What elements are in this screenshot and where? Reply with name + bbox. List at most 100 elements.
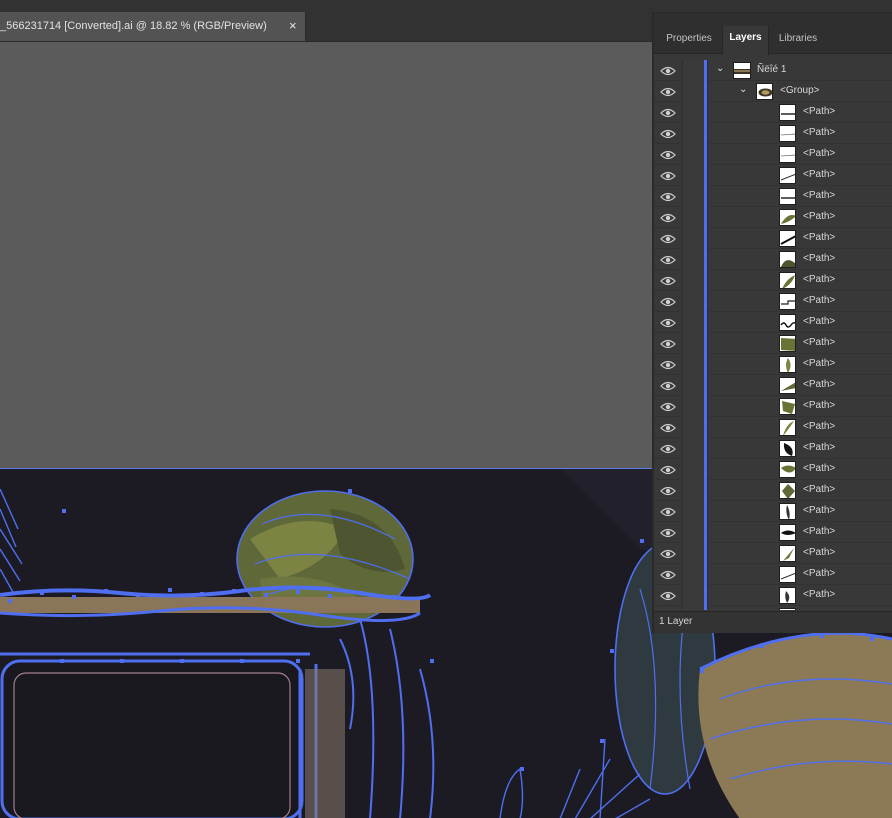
path-row[interactable]: <Path> xyxy=(654,522,892,543)
layer-name[interactable]: <Path> xyxy=(803,400,835,411)
path-row[interactable]: <Path> xyxy=(654,207,892,228)
layer-color-bar xyxy=(704,585,707,606)
layer-name[interactable]: <Path> xyxy=(803,148,835,159)
path-row[interactable]: <Path> xyxy=(654,459,892,480)
layer-list[interactable]: ⌄ Ñëîé 1 ⌄ <Group> <Path> <Path> <Path> <Path> <… xyxy=(654,60,892,610)
path-row[interactable]: <Path> xyxy=(654,123,892,144)
layer-color-bar xyxy=(704,144,707,165)
layer-name[interactable]: <Path> xyxy=(803,316,835,327)
layer-name[interactable]: <Path> xyxy=(803,337,835,348)
layer-name[interactable]: <Path> xyxy=(803,106,835,117)
eye-icon[interactable] xyxy=(660,421,676,433)
eye-icon[interactable] xyxy=(660,358,676,370)
path-row[interactable]: <Path> xyxy=(654,417,892,438)
layer-name[interactable]: <Path> xyxy=(803,484,835,495)
layer-color-bar xyxy=(704,501,707,522)
eye-icon[interactable] xyxy=(660,589,676,601)
eye-icon[interactable] xyxy=(660,526,676,538)
path-row[interactable]: <Path> xyxy=(654,186,892,207)
path-row[interactable]: <Path> xyxy=(654,564,892,585)
path-row[interactable]: <Path> xyxy=(654,144,892,165)
layer-name[interactable]: <Path> xyxy=(803,127,835,138)
layer-name[interactable]: <Path> xyxy=(803,295,835,306)
eye-icon[interactable] xyxy=(660,400,676,412)
tab-properties[interactable]: Properties xyxy=(658,27,720,54)
eye-icon[interactable] xyxy=(660,568,676,580)
eye-icon[interactable] xyxy=(660,253,676,265)
chevron-down-icon[interactable]: ⌄ xyxy=(739,84,747,95)
document-tab[interactable]: _566231714 [Converted].ai @ 18.82 % (RGB… xyxy=(0,12,306,41)
layer-name[interactable]: <Path> xyxy=(803,442,835,453)
eye-icon[interactable] xyxy=(660,127,676,139)
path-row[interactable]: <Path> xyxy=(654,228,892,249)
eye-icon[interactable] xyxy=(660,505,676,517)
eye-icon[interactable] xyxy=(660,106,676,118)
layers-panel: Properties Layers Libraries ⌄ Ñëîé 1 ⌄ <Gro… xyxy=(652,12,892,633)
eye-icon[interactable] xyxy=(660,295,676,307)
eye-icon[interactable] xyxy=(660,442,676,454)
path-row[interactable]: <Path> xyxy=(654,102,892,123)
layer-row[interactable]: ⌄ Ñëîé 1 xyxy=(654,60,892,81)
layer-name[interactable]: <Path> xyxy=(803,232,835,243)
eye-icon[interactable] xyxy=(660,547,676,559)
path-row[interactable]: <Path> xyxy=(654,249,892,270)
layer-name[interactable]: <Path> xyxy=(803,505,835,516)
layer-name[interactable]: <Path> xyxy=(803,526,835,537)
eye-icon[interactable] xyxy=(660,484,676,496)
layer-name[interactable]: <Path> xyxy=(803,211,835,222)
eye-icon[interactable] xyxy=(660,337,676,349)
layer-name[interactable]: <Path> xyxy=(803,589,835,600)
layer-name[interactable]: <Path> xyxy=(803,169,835,180)
layer-color-bar xyxy=(704,564,707,585)
layer-name[interactable]: <Group> xyxy=(780,85,819,96)
path-row[interactable]: <Path> xyxy=(654,165,892,186)
path-row[interactable]: <Path> xyxy=(654,375,892,396)
layer-name[interactable]: <Path> xyxy=(803,358,835,369)
eye-icon[interactable] xyxy=(660,232,676,244)
eye-icon[interactable] xyxy=(660,64,676,76)
frond-plant-left xyxy=(0,488,23,595)
layer-thumbnail xyxy=(779,293,796,310)
path-row[interactable]: <Path> xyxy=(654,312,892,333)
layer-name[interactable]: <Path> xyxy=(803,463,835,474)
path-row[interactable]: <Path> xyxy=(654,270,892,291)
path-row[interactable]: <Path> xyxy=(654,501,892,522)
column-divider xyxy=(707,312,708,333)
layer-name[interactable]: <Path> xyxy=(803,421,835,432)
path-row[interactable]: <Path> xyxy=(654,606,892,610)
path-row[interactable]: <Path> xyxy=(654,333,892,354)
document-tab-title[interactable]: _566231714 [Converted].ai @ 18.82 % (RGB… xyxy=(0,20,267,32)
eye-icon[interactable] xyxy=(660,274,676,286)
layer-thumbnail xyxy=(779,440,796,457)
layer-color-bar xyxy=(704,354,707,375)
group-row[interactable]: ⌄ <Group> xyxy=(654,81,892,102)
path-row[interactable]: <Path> xyxy=(654,396,892,417)
eye-icon[interactable] xyxy=(660,148,676,160)
layer-name[interactable]: <Path> xyxy=(803,274,835,285)
layer-name[interactable]: <Path> xyxy=(803,253,835,264)
layer-name[interactable]: <Path> xyxy=(803,547,835,558)
eye-icon[interactable] xyxy=(660,190,676,202)
layer-name[interactable]: <Path> xyxy=(803,568,835,579)
path-row[interactable]: <Path> xyxy=(654,438,892,459)
path-row[interactable]: <Path> xyxy=(654,354,892,375)
eye-icon[interactable] xyxy=(660,85,676,97)
close-icon[interactable]: × xyxy=(289,18,297,33)
tab-libraries[interactable]: Libraries xyxy=(771,27,825,54)
path-row[interactable]: <Path> xyxy=(654,291,892,312)
eye-icon[interactable] xyxy=(660,463,676,475)
eye-icon[interactable] xyxy=(660,379,676,391)
path-row[interactable]: <Path> xyxy=(654,480,892,501)
layer-name[interactable]: <Path> xyxy=(803,190,835,201)
panel-tab-bar: Properties Layers Libraries xyxy=(654,13,892,55)
eye-icon[interactable] xyxy=(660,211,676,223)
path-row[interactable]: <Path> xyxy=(654,543,892,564)
eye-icon[interactable] xyxy=(660,316,676,328)
layer-name[interactable]: <Path> xyxy=(803,379,835,390)
layer-thumbnail xyxy=(779,167,796,184)
path-row[interactable]: <Path> xyxy=(654,585,892,606)
eye-icon[interactable] xyxy=(660,169,676,181)
layer-name[interactable]: Ñëîé 1 xyxy=(757,64,786,75)
chevron-down-icon[interactable]: ⌄ xyxy=(716,63,724,74)
tab-layers[interactable]: Layers xyxy=(722,26,769,55)
